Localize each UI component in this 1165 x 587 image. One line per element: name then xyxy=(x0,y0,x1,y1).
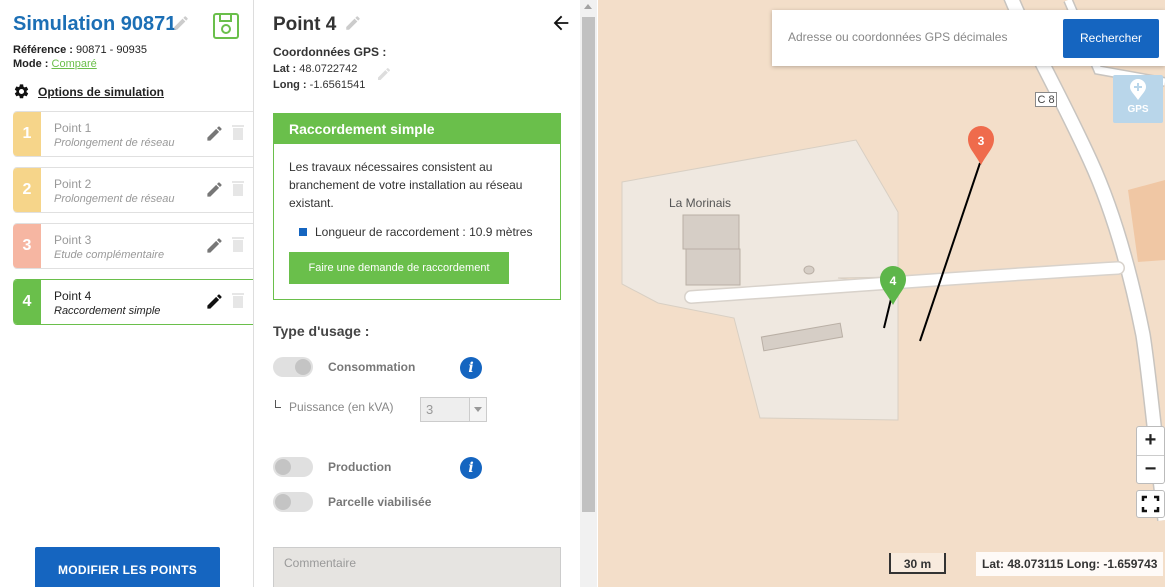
marker-4-label: 4 xyxy=(890,274,897,288)
point-detail-panel: Point 4 Coordonnées GPS : Lat : 48.07227… xyxy=(254,0,598,587)
puissance-label: Puissance (en kVA) xyxy=(275,400,394,414)
trash-icon[interactable] xyxy=(231,179,245,197)
points-list: 1 Point 1 Prolongement de réseau 2 Point… xyxy=(13,111,253,335)
point-number: 2 xyxy=(13,168,41,212)
long-value: -1.6561541 xyxy=(306,79,366,91)
production-toggle[interactable] xyxy=(273,457,313,477)
scrollbar-thumb[interactable] xyxy=(582,17,595,512)
point-name: Point 2 xyxy=(54,177,92,191)
trash-icon[interactable] xyxy=(231,123,245,141)
point-type: Prolongement de réseau xyxy=(54,137,175,149)
scroll-up-arrow-icon[interactable] xyxy=(584,4,592,9)
reference-info: Référence : 90871 - 90935 xyxy=(13,44,147,56)
edit-coords-pencil-icon[interactable] xyxy=(376,66,392,82)
point-number: 3 xyxy=(13,224,41,268)
puissance-select[interactable]: 3 xyxy=(420,397,487,422)
map-canvas: 3 4 xyxy=(621,0,1165,522)
scrollbar[interactable] xyxy=(580,0,597,587)
cursor-coordinates: Lat: 48.073115 Long: -1.659743 xyxy=(976,552,1164,576)
zoom-control: + − xyxy=(1136,426,1165,484)
production-label: Production xyxy=(328,460,392,474)
lat-label: Lat : xyxy=(273,63,297,75)
simulation-sidebar: Simulation 90871 Référence : 90871 - 909… xyxy=(0,0,254,587)
mode-link[interactable]: Comparé xyxy=(52,58,97,70)
raccordement-description: Les travaux nécessaires consistent au br… xyxy=(289,160,523,210)
parcelle-toggle[interactable] xyxy=(273,492,313,512)
toggle-knob xyxy=(275,494,291,510)
point-type: Prolongement de réseau xyxy=(54,193,175,205)
latitude: Lat : 48.0722742 xyxy=(273,63,357,75)
fullscreen-icon xyxy=(1141,495,1160,513)
puissance-value: 3 xyxy=(426,402,434,417)
gps-pin-icon xyxy=(1130,79,1146,100)
zoom-in-button[interactable]: + xyxy=(1137,427,1164,455)
search-button[interactable]: Rechercher xyxy=(1063,19,1159,58)
point-item-2[interactable]: 2 Point 2 Prolongement de réseau xyxy=(13,167,253,213)
length-text: Longueur de raccordement : 10.9 mètres xyxy=(315,225,533,239)
point-number: 1 xyxy=(13,112,41,156)
usage-heading: Type d'usage : xyxy=(273,323,370,339)
longitude: Long : -1.6561541 xyxy=(273,79,365,91)
raccordement-heading: Raccordement simple xyxy=(274,114,560,144)
tree-corner-icon xyxy=(275,400,281,408)
long-label: Long : xyxy=(273,79,307,91)
mode-info: Mode : Comparé xyxy=(13,58,97,70)
gps-label: GPS xyxy=(1127,104,1149,115)
consommation-label: Consommation xyxy=(328,360,416,374)
point-name: Point 3 xyxy=(54,233,92,247)
trash-icon[interactable] xyxy=(231,235,245,253)
consommation-info-icon[interactable]: i xyxy=(460,357,482,379)
lat-value: 48.0722742 xyxy=(296,63,358,75)
reference-value: 90871 - 90935 xyxy=(72,44,147,56)
edit-pencil-icon[interactable] xyxy=(205,180,224,199)
consommation-toggle[interactable] xyxy=(273,357,313,377)
place-label: La Morinais xyxy=(669,196,732,210)
toggle-knob xyxy=(295,359,311,375)
toggle-knob xyxy=(275,459,291,475)
point-item-4[interactable]: 4 Point 4 Raccordement simple xyxy=(13,279,253,325)
point-type: Raccordement simple xyxy=(54,305,161,317)
simulation-options-link[interactable]: Options de simulation xyxy=(13,83,164,100)
puissance-text: Puissance (en kVA) xyxy=(289,400,394,414)
point-name: Point 4 xyxy=(54,289,92,303)
map-search-bar: Adresse ou coordonnées GPS décimales Rec… xyxy=(772,10,1165,66)
address-search-input[interactable]: Adresse ou coordonnées GPS décimales xyxy=(788,30,1007,44)
marker-3-label: 3 xyxy=(978,134,985,148)
gear-icon xyxy=(14,84,29,99)
point-item-3[interactable]: 3 Point 3 Etude complémentaire xyxy=(13,223,253,269)
parcelle-label: Parcelle viabilisée xyxy=(328,495,432,509)
gps-button[interactable]: GPS xyxy=(1113,75,1163,123)
road-label: C 8 xyxy=(1035,92,1057,107)
request-connection-button[interactable]: Faire une demande de raccordement xyxy=(289,252,509,284)
edit-pencil-icon[interactable] xyxy=(205,124,224,143)
map-scale: 30 m xyxy=(889,553,946,574)
comment-textarea[interactable]: Commentaire xyxy=(273,547,561,587)
point-number: 4 xyxy=(13,280,41,324)
edit-pencil-icon[interactable] xyxy=(205,236,224,255)
fullscreen-button[interactable] xyxy=(1136,490,1165,518)
simulation-title: Simulation 90871 xyxy=(13,13,177,35)
map-view[interactable]: 3 4 La Morinais C 8 Adresse ou coordonné… xyxy=(598,0,1165,587)
back-arrow-icon[interactable] xyxy=(550,12,572,34)
raccordement-card: Raccordement simple Les travaux nécessai… xyxy=(273,113,561,300)
point-item-1[interactable]: 1 Point 1 Prolongement de réseau xyxy=(13,111,253,157)
modify-points-button[interactable]: MODIFIER LES POINTS xyxy=(35,547,220,587)
trash-icon[interactable] xyxy=(231,291,245,309)
edit-point-pencil-icon[interactable] xyxy=(344,14,362,32)
point-type: Etude complémentaire xyxy=(54,249,165,261)
point-title: Point 4 xyxy=(273,14,337,35)
zoom-out-button[interactable]: − xyxy=(1137,455,1164,483)
legend-square-icon xyxy=(299,228,307,236)
save-icon[interactable] xyxy=(212,12,240,40)
reference-label: Référence : xyxy=(13,44,73,56)
mode-label: Mode : xyxy=(13,58,49,70)
edit-pencil-icon[interactable] xyxy=(205,292,224,311)
options-label: Options de simulation xyxy=(38,84,165,99)
chevron-down-icon xyxy=(469,398,486,421)
production-info-icon[interactable]: i xyxy=(460,457,482,479)
point-name: Point 1 xyxy=(54,121,92,135)
raccordement-length: Longueur de raccordement : 10.9 mètres xyxy=(299,225,532,239)
gps-heading: Coordonnées GPS : xyxy=(273,45,387,59)
edit-title-pencil-icon[interactable] xyxy=(172,14,190,32)
